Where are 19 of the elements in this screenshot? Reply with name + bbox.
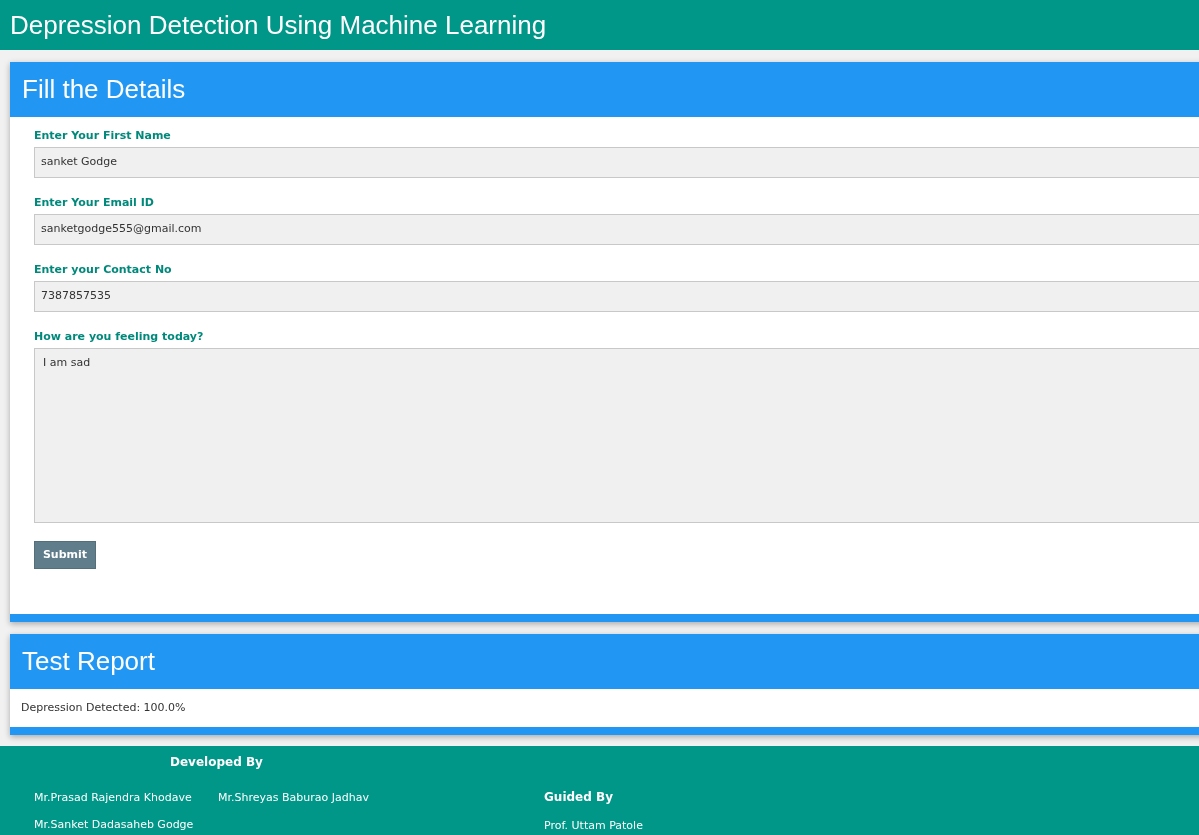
field-label: Enter Your First Name [34, 129, 172, 142]
developer-name: Mr.Sanket Dadasaheb Godge [34, 818, 195, 831]
card-title: Test Report [22, 645, 155, 678]
footer-heading: Developed By [170, 756, 264, 769]
input-field[interactable]: 7387857535 [34, 281, 1199, 312]
developer-name: Mr.Shreyas Baburao Jadhav [218, 791, 370, 804]
input-field[interactable]: sanketgodge555@gmail.com [34, 214, 1199, 245]
field-label: Enter Your Email ID [34, 196, 155, 209]
field-label: Enter your Contact No [34, 263, 173, 276]
developer-name: Mr.Prasad Rajendra Khodave [34, 791, 193, 804]
page-title: Depression Detection Using Machine Learning [10, 8, 547, 42]
field-label: How are you feeling today? [34, 330, 205, 343]
footer-heading: Guided By [544, 791, 614, 804]
guide-name: Prof. Uttam Patole [544, 819, 643, 832]
card-title: Fill the Details [22, 73, 186, 106]
submit-button[interactable]: Submit [34, 541, 96, 569]
input-field[interactable]: sanket Godge [34, 147, 1199, 178]
test-result: Depression Detected: 100.0% [21, 699, 186, 716]
feeling-textarea[interactable]: I am sad [34, 348, 1199, 523]
